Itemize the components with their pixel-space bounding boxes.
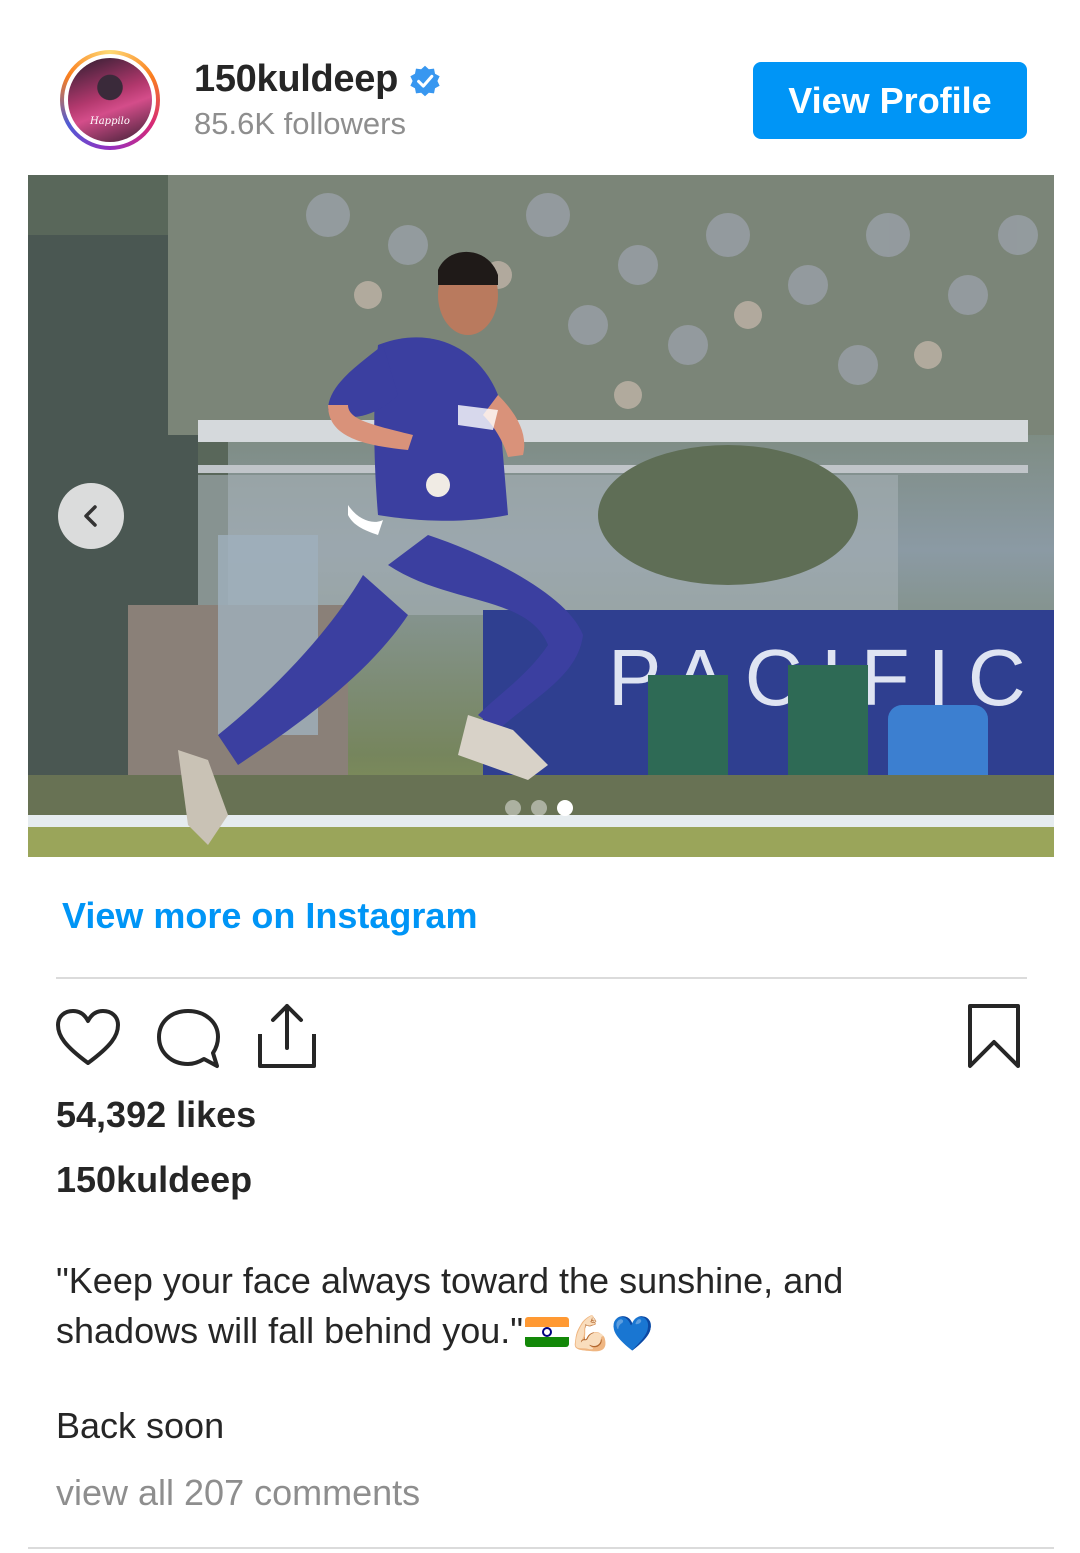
carousel-prev-button[interactable]: [58, 483, 124, 549]
share-icon[interactable]: [256, 1002, 318, 1070]
caption-username[interactable]: 150kuldeep: [56, 1159, 252, 1201]
divider: [56, 977, 1027, 979]
muscle-emoji-icon: 💪🏻: [569, 1315, 612, 1353]
bookmark-icon[interactable]: [966, 1002, 1022, 1070]
like-count[interactable]: 54,392 likes: [56, 1094, 256, 1136]
caption-line-2: Back soon: [56, 1405, 225, 1446]
verified-badge-icon: [410, 65, 440, 97]
blue-heart-emoji-icon: 💙: [611, 1315, 654, 1353]
post-photo-illustration: PACIFIC: [28, 175, 1054, 857]
caption-text: "Keep your face always toward the sunshi…: [56, 1260, 844, 1351]
follower-count: 85.6K followers: [194, 106, 406, 141]
username[interactable]: 150kuldeep: [194, 58, 398, 101]
heart-icon[interactable]: [55, 1008, 121, 1068]
chevron-left-icon: [84, 505, 97, 527]
post-caption: "Keep your face always toward the sunshi…: [56, 1256, 956, 1359]
avatar[interactable]: Happilo: [60, 50, 160, 150]
view-comments-link[interactable]: view all 207 comments: [56, 1472, 420, 1514]
avatar-logo-text: Happilo: [90, 116, 130, 127]
bottom-divider: [28, 1547, 1054, 1549]
view-more-link[interactable]: View more on Instagram: [62, 895, 477, 937]
avatar-image: Happilo: [68, 58, 152, 142]
carousel-dot[interactable]: [531, 800, 547, 816]
view-profile-button[interactable]: View Profile: [753, 62, 1027, 139]
post-photo[interactable]: PACIFIC: [28, 175, 1054, 857]
carousel-indicators: [505, 800, 573, 816]
carousel-dot[interactable]: [505, 800, 521, 816]
carousel-dot-active[interactable]: [557, 800, 573, 816]
comment-icon[interactable]: [156, 1008, 220, 1070]
india-flag-icon: [525, 1317, 570, 1347]
post-header: Happilo 150kuldeep 85.6K followers View …: [0, 0, 1080, 175]
